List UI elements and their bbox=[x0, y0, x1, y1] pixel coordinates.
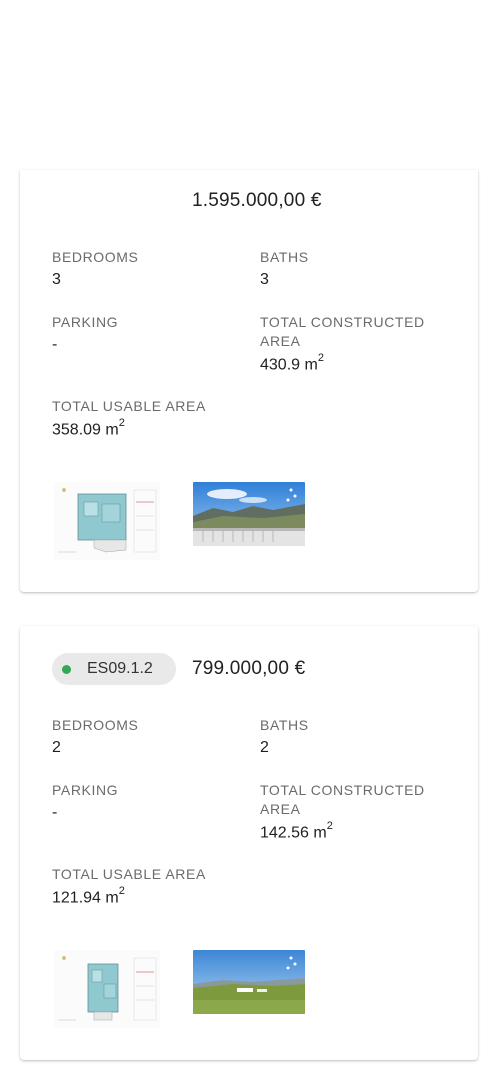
listing-card-1[interactable]: 1.595.000,00 € BEDROOMS 3 BATHS 3 PARKIN… bbox=[20, 170, 478, 592]
floor-plan-thumbnail[interactable] bbox=[54, 482, 160, 560]
bedrooms-value: 3 bbox=[52, 271, 61, 288]
reference-code: ES09.1.2 bbox=[87, 660, 153, 677]
usable-area-value: 121.94 m2 bbox=[52, 885, 125, 907]
parking-value: - bbox=[52, 804, 58, 821]
property-photo-image bbox=[193, 482, 305, 546]
constructed-area-value: 430.9 m2 bbox=[260, 352, 324, 374]
constructed-area-label-line2: AREA bbox=[260, 801, 301, 817]
baths-label: BATHS bbox=[260, 717, 309, 733]
reference-chip[interactable]: ES09.1.2 bbox=[52, 653, 176, 685]
bedrooms-value: 2 bbox=[52, 739, 61, 756]
usable-area-value: 358.09 m2 bbox=[52, 417, 125, 439]
listing-price: 1.595.000,00 € bbox=[192, 190, 322, 211]
floor-plan-image bbox=[54, 482, 160, 560]
bedrooms-label: BEDROOMS bbox=[52, 249, 139, 265]
listing-card-2[interactable]: ES09.1.2 799.000,00 € BEDROOMS 2 BATHS 2… bbox=[20, 626, 478, 1060]
baths-value: 3 bbox=[260, 271, 269, 288]
usable-area-label: TOTAL USABLE AREA bbox=[52, 866, 206, 882]
parking-label: PARKING bbox=[52, 782, 119, 798]
constructed-area-label-line2: AREA bbox=[260, 333, 301, 349]
baths-value: 2 bbox=[260, 739, 269, 756]
parking-value: - bbox=[52, 336, 58, 353]
floor-plan-image bbox=[54, 950, 160, 1028]
property-photo-image bbox=[193, 950, 305, 1014]
property-photo-thumbnail[interactable] bbox=[193, 482, 305, 546]
constructed-area-label-line1: TOTAL CONSTRUCTED bbox=[260, 782, 425, 798]
usable-area-label: TOTAL USABLE AREA bbox=[52, 398, 206, 414]
constructed-area-label-line1: TOTAL CONSTRUCTED bbox=[260, 314, 425, 330]
parking-label: PARKING bbox=[52, 314, 119, 330]
constructed-area-value: 142.56 m2 bbox=[260, 820, 333, 842]
floor-plan-thumbnail[interactable] bbox=[54, 950, 160, 1028]
listing-price: 799.000,00 € bbox=[192, 658, 306, 679]
property-photo-thumbnail[interactable] bbox=[193, 950, 305, 1014]
bedrooms-label: BEDROOMS bbox=[52, 717, 139, 733]
availability-status-dot bbox=[62, 664, 71, 674]
baths-label: BATHS bbox=[260, 249, 309, 265]
